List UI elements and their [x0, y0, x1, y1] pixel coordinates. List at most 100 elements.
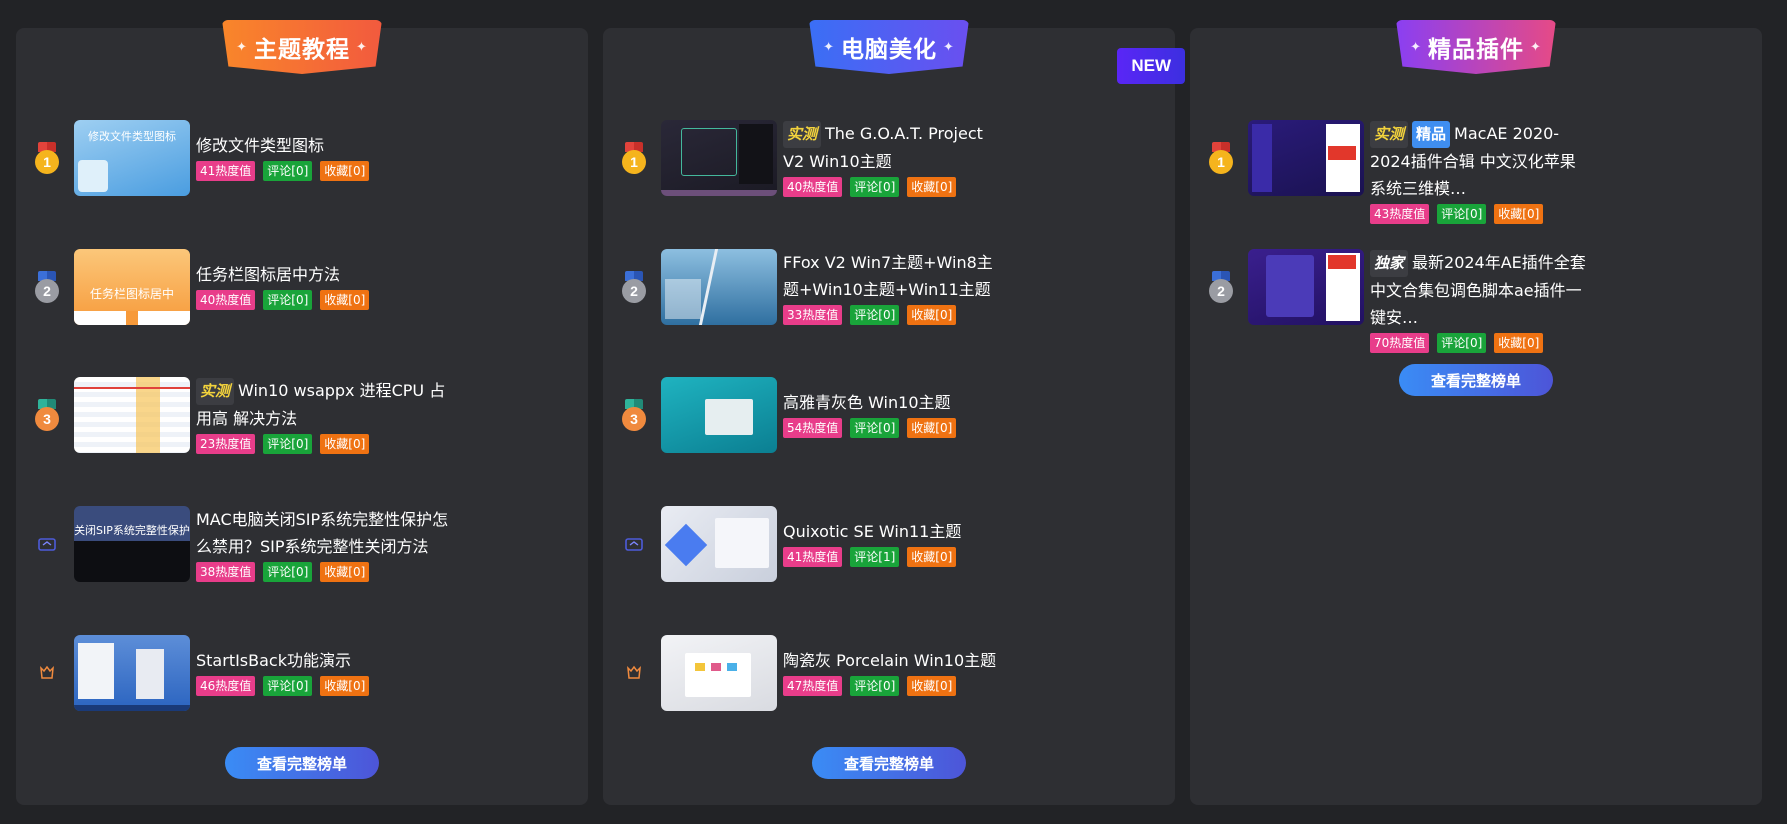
- panel-title: 电脑美化: [841, 37, 937, 63]
- favorites-badge[interactable]: 收藏[0]: [907, 177, 957, 197]
- thumbnail[interactable]: [661, 506, 777, 582]
- sparkle-icon: ✦: [236, 39, 248, 55]
- heat-badge: 40热度值: [196, 290, 256, 310]
- thumbnail[interactable]: [74, 377, 190, 453]
- comments-badge[interactable]: 评论[0]: [263, 434, 313, 454]
- favorites-badge[interactable]: 收藏[0]: [320, 161, 370, 181]
- ranking-panel-theme-tutorials: ✦ 主题教程 ✦ 1 修改文件类型图标 修改文件类型图标 41热度值 评论[0]…: [16, 20, 588, 805]
- item-title[interactable]: 实测 Win10 wsappx 进程CPU 占用高 解决方法: [196, 377, 451, 432]
- thumbnail[interactable]: 任务栏图标居中: [74, 249, 190, 325]
- heat-badge: 70热度值: [1370, 333, 1430, 353]
- comments-badge[interactable]: 评论[0]: [263, 676, 313, 696]
- comments-badge[interactable]: 评论[1]: [850, 547, 900, 567]
- medal-gold-icon: 1: [34, 142, 60, 176]
- thumbnail[interactable]: [1248, 249, 1364, 325]
- medal-silver-icon: 2: [621, 271, 647, 305]
- item-title[interactable]: 修改文件类型图标: [196, 132, 451, 159]
- premium-tag: 精品: [1412, 121, 1451, 148]
- item-title[interactable]: MAC电脑关闭SIP系统完整性保护怎么禁用？SIP系统完整性关闭方法: [196, 506, 451, 560]
- list-item[interactable]: 1 实测 精品 MacAE 2020-2024插件合辑 中文汉化苹果系统三维模… 4…: [1190, 120, 1762, 224]
- comments-badge[interactable]: 评论[0]: [1437, 204, 1487, 224]
- ranking-panel-premium-plugins: ✦ 精品插件 ✦ 1 实测 精品 MacAE 2020-2024插件合辑 中文汉化苹…: [1190, 20, 1762, 805]
- panel-title-ribbon: ✦ 电脑美化 ✦: [809, 20, 969, 74]
- item-title[interactable]: 实测 The G.O.A.T. Project V2 Win10主题: [783, 120, 1003, 175]
- sparkle-icon: ✦: [943, 39, 955, 55]
- comments-badge[interactable]: 评论[0]: [850, 177, 900, 197]
- panel-title: 主题教程: [254, 37, 350, 63]
- favorites-badge[interactable]: 收藏[0]: [907, 676, 957, 696]
- medal-silver-icon: 2: [1208, 271, 1234, 305]
- medal-gold-icon: 1: [1208, 142, 1234, 176]
- item-title[interactable]: 实测 精品 MacAE 2020-2024插件合辑 中文汉化苹果系统三维模…: [1370, 120, 1590, 202]
- comments-badge[interactable]: 评论[0]: [263, 562, 313, 582]
- comments-badge[interactable]: 评论[0]: [263, 161, 313, 181]
- panel-title: 精品插件: [1428, 37, 1524, 63]
- sparkle-icon: ✦: [356, 39, 368, 55]
- item-title[interactable]: 任务栏图标居中方法: [196, 261, 451, 288]
- thumbnail[interactable]: [661, 120, 777, 196]
- list-item[interactable]: 3 实测 Win10 wsappx 进程CPU 占用高 解决方法 23热度值 评论…: [16, 377, 588, 457]
- list-item[interactable]: 2 任务栏图标居中 任务栏图标居中方法 40热度值 评论[0] 收藏[0]: [16, 249, 588, 329]
- item-title[interactable]: 陶瓷灰 Porcelain Win10主题: [783, 647, 1003, 674]
- favorites-badge[interactable]: 收藏[0]: [320, 290, 370, 310]
- thumbnail[interactable]: [661, 249, 777, 325]
- medal-bronze-icon: 3: [621, 399, 647, 433]
- ranking-panel-desktop-beautify: ✦ 电脑美化 ✦ NEW 1 实测 The G.O.A.T. Project V2…: [603, 20, 1185, 805]
- favorites-badge[interactable]: 收藏[0]: [1494, 333, 1544, 353]
- list-item[interactable]: Quixotic SE Win11主题 41热度值 评论[1] 收藏[0]: [603, 506, 1175, 586]
- sparkle-icon: ✦: [1530, 39, 1542, 55]
- item-title[interactable]: StartIsBack功能演示: [196, 647, 451, 674]
- list-item[interactable]: 陶瓷灰 Porcelain Win10主题 47热度值 评论[0] 收藏[0]: [603, 635, 1175, 715]
- list-item[interactable]: 2 独家 最新2024年AE插件全套中文合集包调色脚本ae插件一键安… 70热度值…: [1190, 249, 1762, 353]
- list-item[interactable]: 3 高雅青灰色 Win10主题 54热度值 评论[0] 收藏[0]: [603, 377, 1175, 457]
- comments-badge[interactable]: 评论[0]: [263, 290, 313, 310]
- thumbnail[interactable]: [74, 635, 190, 711]
- item-title[interactable]: 高雅青灰色 Win10主题: [783, 389, 1003, 416]
- thumbnail[interactable]: [661, 377, 777, 453]
- medal-bronze-icon: 3: [34, 399, 60, 433]
- list-item[interactable]: 1 修改文件类型图标 修改文件类型图标 41热度值 评论[0] 收藏[0]: [16, 120, 588, 200]
- medal-gold-icon: 1: [621, 142, 647, 176]
- list-item[interactable]: StartIsBack功能演示 46热度值 评论[0] 收藏[0]: [16, 635, 588, 715]
- tested-tag: 实测: [783, 121, 822, 148]
- crown-icon: [625, 538, 643, 551]
- favorites-badge[interactable]: 收藏[0]: [907, 547, 957, 567]
- favorites-badge[interactable]: 收藏[0]: [1494, 204, 1544, 224]
- heat-badge: 41热度值: [783, 547, 843, 567]
- heat-badge: 38热度值: [196, 562, 256, 582]
- heat-badge: 43热度值: [1370, 204, 1430, 224]
- favorites-badge[interactable]: 收藏[0]: [320, 562, 370, 582]
- view-full-ranking-button[interactable]: 查看完整榜单: [1399, 364, 1553, 396]
- trophy-icon: [627, 665, 641, 679]
- new-badge: NEW: [1117, 48, 1185, 84]
- list-item[interactable]: 2 FFox V2 Win7主题+Win8主题+Win10主题+Win11主题 …: [603, 249, 1175, 329]
- heat-badge: 54热度值: [783, 418, 843, 438]
- list-item[interactable]: 关闭SIP系统完整性保护 MAC电脑关闭SIP系统完整性保护怎么禁用？SIP系统…: [16, 506, 588, 586]
- exclusive-tag: 独家: [1370, 250, 1409, 277]
- comments-badge[interactable]: 评论[0]: [850, 418, 900, 438]
- comments-badge[interactable]: 评论[0]: [850, 305, 900, 325]
- list-item[interactable]: 1 实测 The G.O.A.T. Project V2 Win10主题 40热度…: [603, 120, 1175, 200]
- comments-badge[interactable]: 评论[0]: [850, 676, 900, 696]
- item-title[interactable]: Quixotic SE Win11主题: [783, 518, 1003, 545]
- favorites-badge[interactable]: 收藏[0]: [320, 676, 370, 696]
- thumbnail[interactable]: 关闭SIP系统完整性保护: [74, 506, 190, 582]
- favorites-badge[interactable]: 收藏[0]: [907, 418, 957, 438]
- sparkle-icon: ✦: [823, 39, 835, 55]
- thumbnail[interactable]: [1248, 120, 1364, 196]
- favorites-badge[interactable]: 收藏[0]: [320, 434, 370, 454]
- heat-badge: 46热度值: [196, 676, 256, 696]
- medal-silver-icon: 2: [34, 271, 60, 305]
- heat-badge: 47热度值: [783, 676, 843, 696]
- heat-badge: 41热度值: [196, 161, 256, 181]
- view-full-ranking-button[interactable]: 查看完整榜单: [225, 747, 379, 779]
- comments-badge[interactable]: 评论[0]: [1437, 333, 1487, 353]
- item-title[interactable]: FFox V2 Win7主题+Win8主题+Win10主题+Win11主题: [783, 249, 1003, 303]
- item-title[interactable]: 独家 最新2024年AE插件全套中文合集包调色脚本ae插件一键安…: [1370, 249, 1590, 331]
- tested-tag: 实测: [1370, 121, 1409, 148]
- thumbnail[interactable]: 修改文件类型图标: [74, 120, 190, 196]
- thumbnail[interactable]: [661, 635, 777, 711]
- heat-badge: 23热度值: [196, 434, 256, 454]
- view-full-ranking-button[interactable]: 查看完整榜单: [812, 747, 966, 779]
- favorites-badge[interactable]: 收藏[0]: [907, 305, 957, 325]
